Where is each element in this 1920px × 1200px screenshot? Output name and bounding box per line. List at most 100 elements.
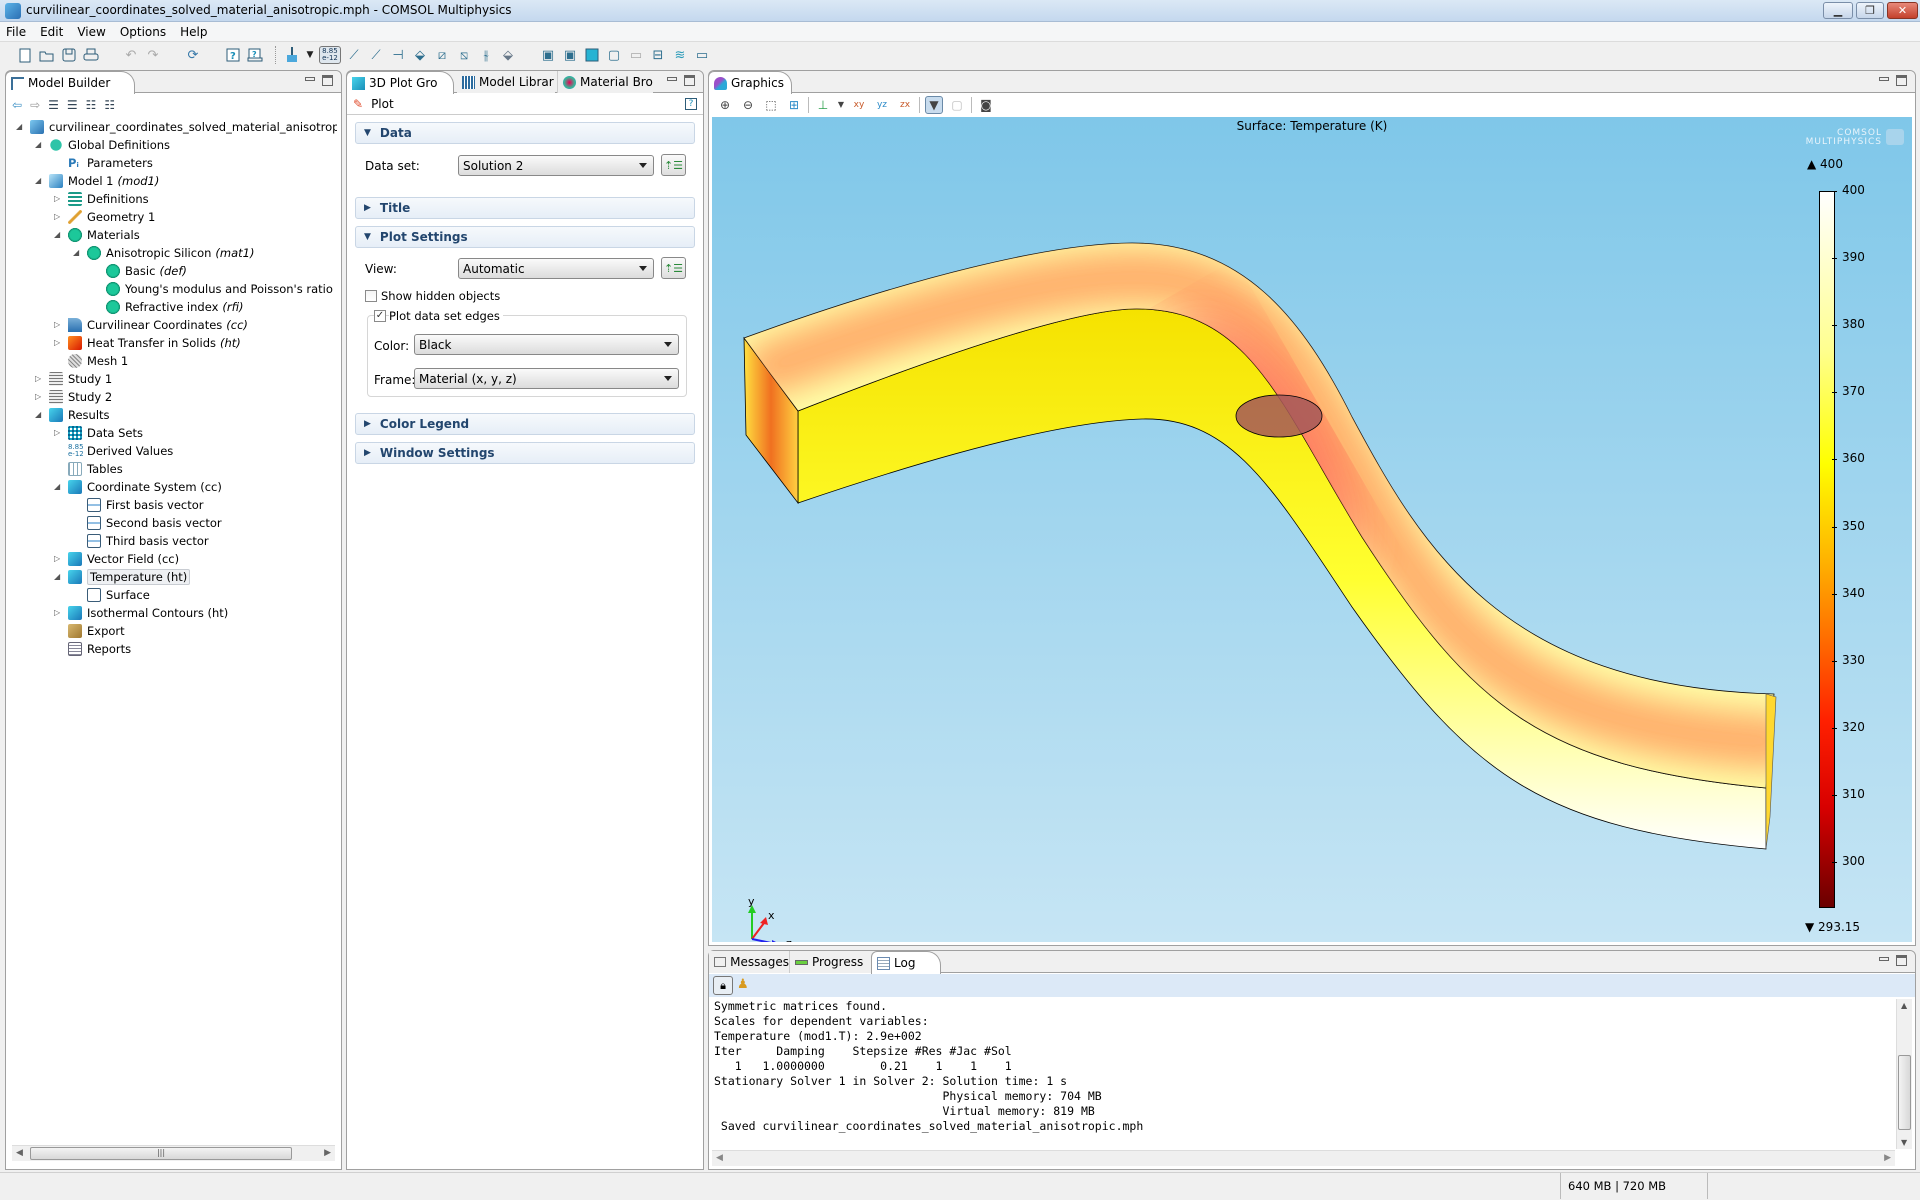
log-horizontal-scrollbar[interactable]: ◀ ▶ bbox=[712, 1150, 1895, 1166]
tree-item[interactable]: ▷ Data Sets bbox=[54, 424, 143, 442]
tree-item[interactable]: ◢ Results bbox=[35, 406, 110, 424]
tree-item[interactable]: Pᵢ Parameters bbox=[68, 154, 153, 172]
collapsed-toggle-icon[interactable]: ▷ bbox=[54, 320, 63, 329]
tree-item[interactable]: ◢ Temperature (ht) bbox=[54, 568, 191, 586]
tree-item[interactable]: ▷ Heat Transfer in Solids (ht) bbox=[54, 334, 241, 352]
cut-plane-icon[interactable]: ⬙ bbox=[411, 46, 429, 64]
scrollbar-thumb[interactable]: ||| bbox=[30, 1147, 292, 1160]
expanded-toggle-icon[interactable]: ◢ bbox=[35, 410, 44, 419]
isosurface-plot-icon[interactable]: ▢ bbox=[605, 46, 623, 64]
3d-plot-group-icon[interactable] bbox=[583, 46, 601, 64]
show-icon[interactable]: ☰ bbox=[48, 98, 59, 112]
collapsed-toggle-icon[interactable]: ▷ bbox=[54, 338, 63, 347]
frame-select[interactable]: Material (x, y, z) bbox=[414, 368, 679, 389]
tree-item[interactable]: First basis vector bbox=[87, 496, 204, 514]
tree-item[interactable]: ▷ Study 1 bbox=[35, 370, 112, 388]
default-view-icon[interactable]: ⊥ bbox=[814, 96, 832, 114]
collapsed-toggle-icon[interactable]: ▷ bbox=[54, 194, 63, 203]
hide-icon[interactable]: ☰ bbox=[67, 98, 78, 112]
section-data[interactable]: ▼ Data bbox=[355, 122, 695, 144]
point-graph-icon[interactable]: ⟋ bbox=[367, 46, 385, 64]
tree-item[interactable]: Refractive index (rfi) bbox=[106, 298, 244, 316]
transparency-icon[interactable]: ▼ bbox=[925, 95, 943, 114]
help-icon[interactable]: ? bbox=[224, 46, 242, 64]
model-wizard-brush-icon[interactable] bbox=[283, 46, 301, 64]
data-set-select[interactable]: Solution 2 bbox=[458, 155, 654, 176]
expand-all-icon[interactable]: ☷ bbox=[104, 98, 115, 112]
edge-color-select[interactable]: Black bbox=[414, 334, 679, 355]
menu-options[interactable]: Options bbox=[120, 25, 166, 39]
expanded-toggle-icon[interactable]: ◢ bbox=[54, 482, 63, 491]
minimize-panel-icon[interactable] bbox=[305, 77, 315, 81]
surface-icon[interactable]: ⬙ bbox=[499, 46, 517, 64]
minimize-panel-icon[interactable] bbox=[1879, 77, 1889, 81]
save-icon[interactable] bbox=[60, 46, 78, 64]
line-graph-icon[interactable]: ⟋ bbox=[345, 46, 363, 64]
menu-file[interactable]: File bbox=[6, 25, 26, 39]
go-to-view-button[interactable]: ⇡☰ bbox=[661, 257, 686, 279]
expanded-toggle-icon[interactable]: ◢ bbox=[54, 572, 63, 581]
tree-item[interactable]: ◢ curvilinear_coordinates_solved_material… bbox=[16, 118, 337, 136]
scrollbar-thumb[interactable] bbox=[1898, 1055, 1911, 1130]
volume-plot-icon[interactable]: ▣ bbox=[539, 46, 557, 64]
minimize-panel-icon[interactable] bbox=[1879, 957, 1889, 961]
zoom-extents-icon[interactable]: ⊞ bbox=[785, 96, 803, 114]
tree-item[interactable]: ▷ Curvilinear Coordinates (cc) bbox=[54, 316, 248, 334]
view-xy-icon[interactable]: xy bbox=[850, 96, 868, 114]
dropdown-icon[interactable]: ▼ bbox=[305, 46, 315, 64]
tab-3d-plot-group[interactable]: 3D Plot Gro bbox=[346, 71, 454, 94]
arrow-volume-icon[interactable]: ⊟ bbox=[649, 46, 667, 64]
zoom-in-icon[interactable]: ⊕ bbox=[716, 96, 734, 114]
tree-item[interactable]: ◢ Coordinate System (cc) bbox=[54, 478, 222, 496]
redo-icon[interactable]: ↷ bbox=[144, 46, 162, 64]
tree-item[interactable]: ▷ Study 2 bbox=[35, 388, 112, 406]
derived-values-icon[interactable]: 8.85 e-12 bbox=[319, 46, 341, 64]
tree-item[interactable]: ◢ Anisotropic Silicon (mat1) bbox=[73, 244, 254, 262]
clear-log-icon[interactable]: ♟ bbox=[737, 977, 749, 992]
view-zx-icon[interactable]: zx bbox=[896, 96, 914, 114]
section-title[interactable]: ▶ Title bbox=[355, 197, 695, 219]
zoom-out-icon[interactable]: ⊖ bbox=[739, 96, 757, 114]
view-dropdown-icon[interactable]: ▼ bbox=[837, 96, 845, 114]
minimize-button[interactable]: ▁ bbox=[1823, 2, 1853, 19]
forward-icon[interactable]: ⇨ bbox=[30, 98, 40, 112]
cut-line-2d-icon[interactable]: ⧄ bbox=[433, 46, 451, 64]
view-yz-icon[interactable]: yz bbox=[873, 96, 891, 114]
tree-item[interactable]: Mesh 1 bbox=[68, 352, 128, 370]
menu-help[interactable]: Help bbox=[180, 25, 207, 39]
section-plot-settings[interactable]: ▼ Plot Settings bbox=[355, 226, 695, 248]
tab-progress[interactable]: Progress bbox=[789, 951, 871, 973]
collapsed-toggle-icon[interactable]: ▷ bbox=[54, 428, 63, 437]
undo-icon[interactable]: ↶ bbox=[122, 46, 140, 64]
help-icon[interactable]: ? bbox=[685, 98, 697, 110]
tab-graphics[interactable]: Graphics bbox=[708, 71, 792, 94]
tab-material-browser[interactable]: Material Bro bbox=[557, 71, 653, 93]
section-window-settings[interactable]: ▶ Window Settings bbox=[355, 442, 695, 464]
collapsed-toggle-icon[interactable]: ▷ bbox=[35, 374, 44, 383]
section-color-legend[interactable]: ▶ Color Legend bbox=[355, 413, 695, 435]
maximize-panel-icon[interactable] bbox=[322, 75, 333, 86]
tree-item[interactable]: ▷ Vector Field (cc) bbox=[54, 550, 179, 568]
tree-item[interactable]: Third basis vector bbox=[87, 532, 209, 550]
expanded-toggle-icon[interactable]: ◢ bbox=[16, 122, 25, 131]
log-vertical-scrollbar[interactable]: ▲ ▼ bbox=[1896, 999, 1912, 1149]
graphics-canvas[interactable]: Surface: Temperature (K) COMSOL MULTIPHY… bbox=[712, 117, 1912, 942]
expanded-toggle-icon[interactable]: ◢ bbox=[35, 140, 44, 149]
tree-item[interactable]: Reports bbox=[68, 640, 131, 658]
expanded-toggle-icon[interactable]: ◢ bbox=[54, 230, 63, 239]
zoom-box-icon[interactable]: ⬚ bbox=[762, 96, 780, 114]
close-button[interactable]: ✕ bbox=[1887, 2, 1918, 19]
tree-item[interactable]: Surface bbox=[87, 586, 150, 604]
compact-history-icon[interactable]: ⟳ bbox=[184, 46, 202, 64]
go-to-source-button[interactable]: ⇡☰ bbox=[661, 154, 686, 176]
tree-item[interactable]: Tables bbox=[68, 460, 123, 478]
tree-item[interactable]: Young's modulus and Poisson's ratio(Enu) bbox=[106, 280, 337, 298]
open-icon[interactable] bbox=[38, 46, 56, 64]
screenshot-icon[interactable]: ◙ bbox=[977, 96, 995, 114]
tree-item[interactable]: ▷ Definitions bbox=[54, 190, 149, 208]
maximize-panel-icon[interactable] bbox=[684, 75, 695, 86]
expanded-toggle-icon[interactable]: ◢ bbox=[35, 176, 44, 185]
cut-line-icon[interactable]: ⊣ bbox=[389, 46, 407, 64]
tree-horizontal-scrollbar[interactable]: ◀ ||| ▶ bbox=[12, 1145, 335, 1161]
tree-item[interactable]: ◢ Global Definitions bbox=[35, 136, 170, 154]
